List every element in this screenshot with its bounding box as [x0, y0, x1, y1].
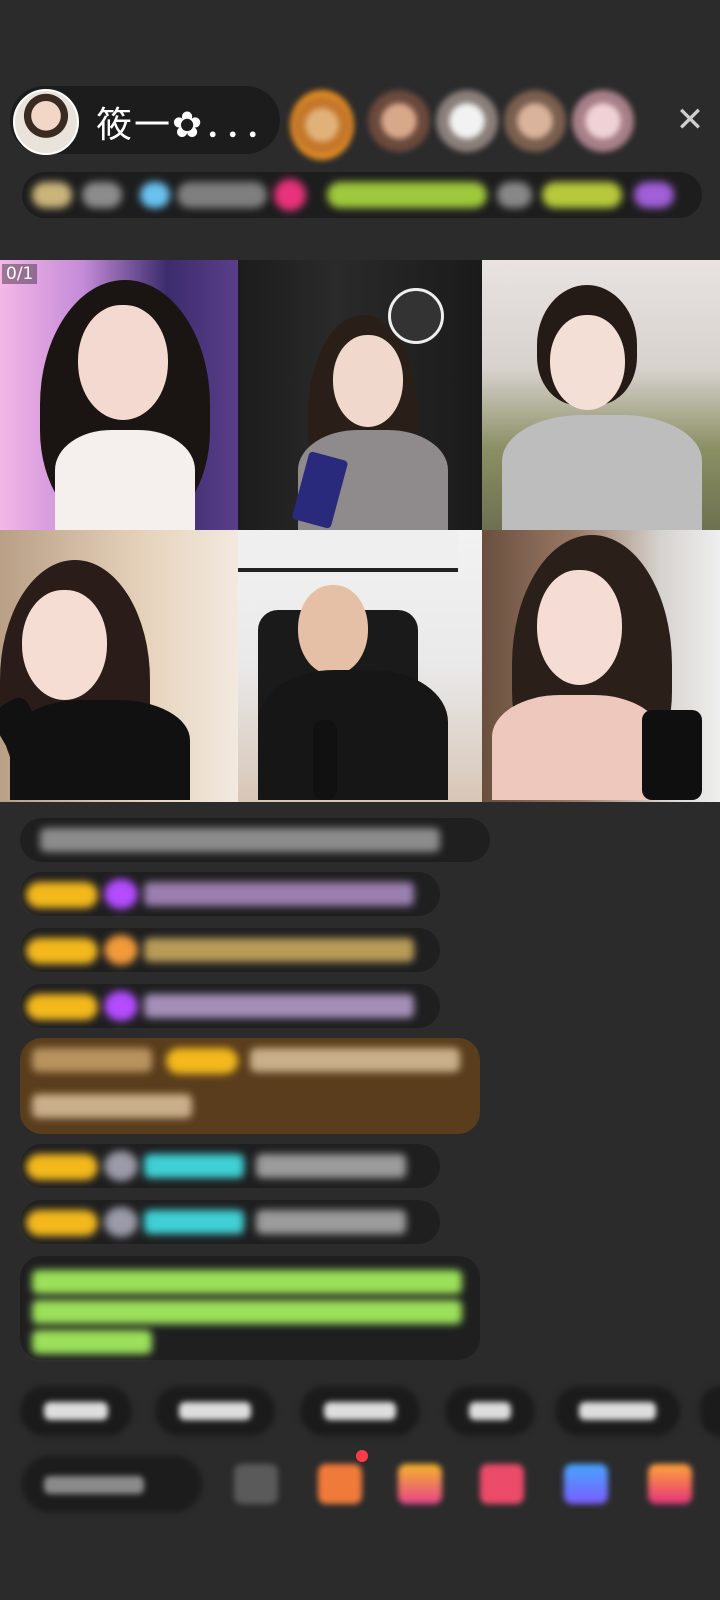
chat-message-highlight[interactable] [20, 1038, 480, 1134]
guest-body [502, 415, 702, 530]
host-profile-pill[interactable]: 筱一✿．．． [10, 86, 283, 155]
guest-face [78, 305, 168, 420]
chat-text [250, 1048, 460, 1072]
quick-reply-chip[interactable] [700, 1386, 720, 1436]
quick-reply-chip[interactable] [300, 1386, 420, 1436]
microphone [313, 720, 337, 800]
multi-guest-video-grid [0, 260, 720, 802]
guest-face [22, 590, 107, 700]
host-avatar[interactable] [13, 89, 79, 155]
info-chip [32, 182, 72, 208]
game-icon[interactable] [564, 1464, 608, 1504]
viewer-avatar[interactable] [572, 90, 634, 152]
video-cell[interactable] [0, 260, 238, 530]
info-chip [497, 182, 532, 208]
gift-icon [104, 935, 138, 965]
info-chip [274, 179, 306, 211]
user-avatar [104, 1207, 138, 1237]
level-badge [26, 938, 98, 964]
chip-text [179, 1402, 251, 1420]
info-chip [327, 182, 487, 208]
level-badge [26, 882, 98, 908]
info-chip [177, 182, 267, 208]
level-badge [26, 1210, 98, 1236]
chat-text [144, 994, 414, 1018]
guest-body [55, 430, 195, 530]
guest-face [298, 585, 368, 675]
wall-calligraphy [238, 530, 458, 572]
chat-text [256, 1210, 406, 1234]
chip-text [469, 1402, 511, 1420]
page-counter: 0/1 [2, 264, 38, 284]
microphone [642, 710, 702, 800]
chat-message[interactable] [20, 1144, 440, 1188]
guest-face [333, 335, 403, 427]
viewer-avatar[interactable] [504, 90, 566, 152]
quick-reply-chip[interactable] [155, 1386, 275, 1436]
gift-icon [104, 991, 138, 1021]
chat-text [144, 1210, 244, 1234]
system-notice [20, 1256, 480, 1360]
chat-message[interactable] [20, 984, 440, 1028]
chat-text [32, 1048, 152, 1072]
chat-message[interactable] [20, 818, 490, 862]
level-badge [166, 1048, 238, 1074]
video-cell[interactable] [238, 260, 482, 530]
guest-face [537, 570, 622, 685]
guest-face [550, 315, 625, 410]
gift-box-icon[interactable] [318, 1464, 362, 1504]
video-cell[interactable] [0, 530, 238, 802]
notice-text [32, 1330, 152, 1354]
video-cell[interactable] [482, 530, 720, 802]
viewer-avatar[interactable] [290, 90, 354, 160]
video-cell[interactable] [482, 260, 720, 530]
user-avatar [104, 1151, 138, 1181]
level-badge [26, 994, 98, 1020]
comment-placeholder [44, 1476, 144, 1494]
heart-gift-icon[interactable] [480, 1464, 524, 1504]
guest-body [258, 670, 448, 800]
host-name: 筱一✿．．． [96, 105, 283, 146]
chip-text [324, 1402, 396, 1420]
info-chip [634, 182, 674, 208]
chat-text [256, 1154, 406, 1178]
chat-text [32, 1094, 192, 1118]
guest-body [492, 695, 662, 800]
chat-text [40, 828, 440, 852]
notification-dot [356, 1450, 368, 1462]
notice-text [32, 1300, 462, 1324]
chat-message[interactable] [20, 1200, 440, 1244]
more-icon[interactable] [648, 1464, 692, 1504]
quick-reply-chip[interactable] [445, 1386, 535, 1436]
chat-message[interactable] [20, 872, 440, 916]
chat-text [144, 1154, 244, 1178]
chat-text [144, 882, 414, 906]
chip-text [44, 1402, 108, 1420]
info-chip [140, 182, 170, 208]
chat-message[interactable] [20, 928, 440, 972]
emoji-icon[interactable] [234, 1464, 278, 1504]
viewer-avatar[interactable] [436, 90, 498, 152]
level-badge [26, 1154, 98, 1180]
info-chip [542, 182, 622, 208]
quick-reply-chip[interactable] [555, 1386, 680, 1436]
sticker-icon [388, 288, 444, 344]
chip-text [579, 1402, 656, 1420]
comment-input[interactable] [22, 1456, 202, 1512]
info-chip [82, 182, 122, 208]
close-icon[interactable]: ✕ [670, 100, 710, 140]
room-info-bar[interactable] [22, 172, 702, 218]
chat-text [144, 938, 414, 962]
notice-text [32, 1270, 462, 1294]
quick-reply-chip[interactable] [20, 1386, 132, 1436]
gift-icon [104, 879, 138, 909]
viewer-avatar[interactable] [368, 90, 430, 152]
video-cell[interactable] [238, 530, 482, 802]
gift-icon[interactable] [398, 1464, 442, 1504]
